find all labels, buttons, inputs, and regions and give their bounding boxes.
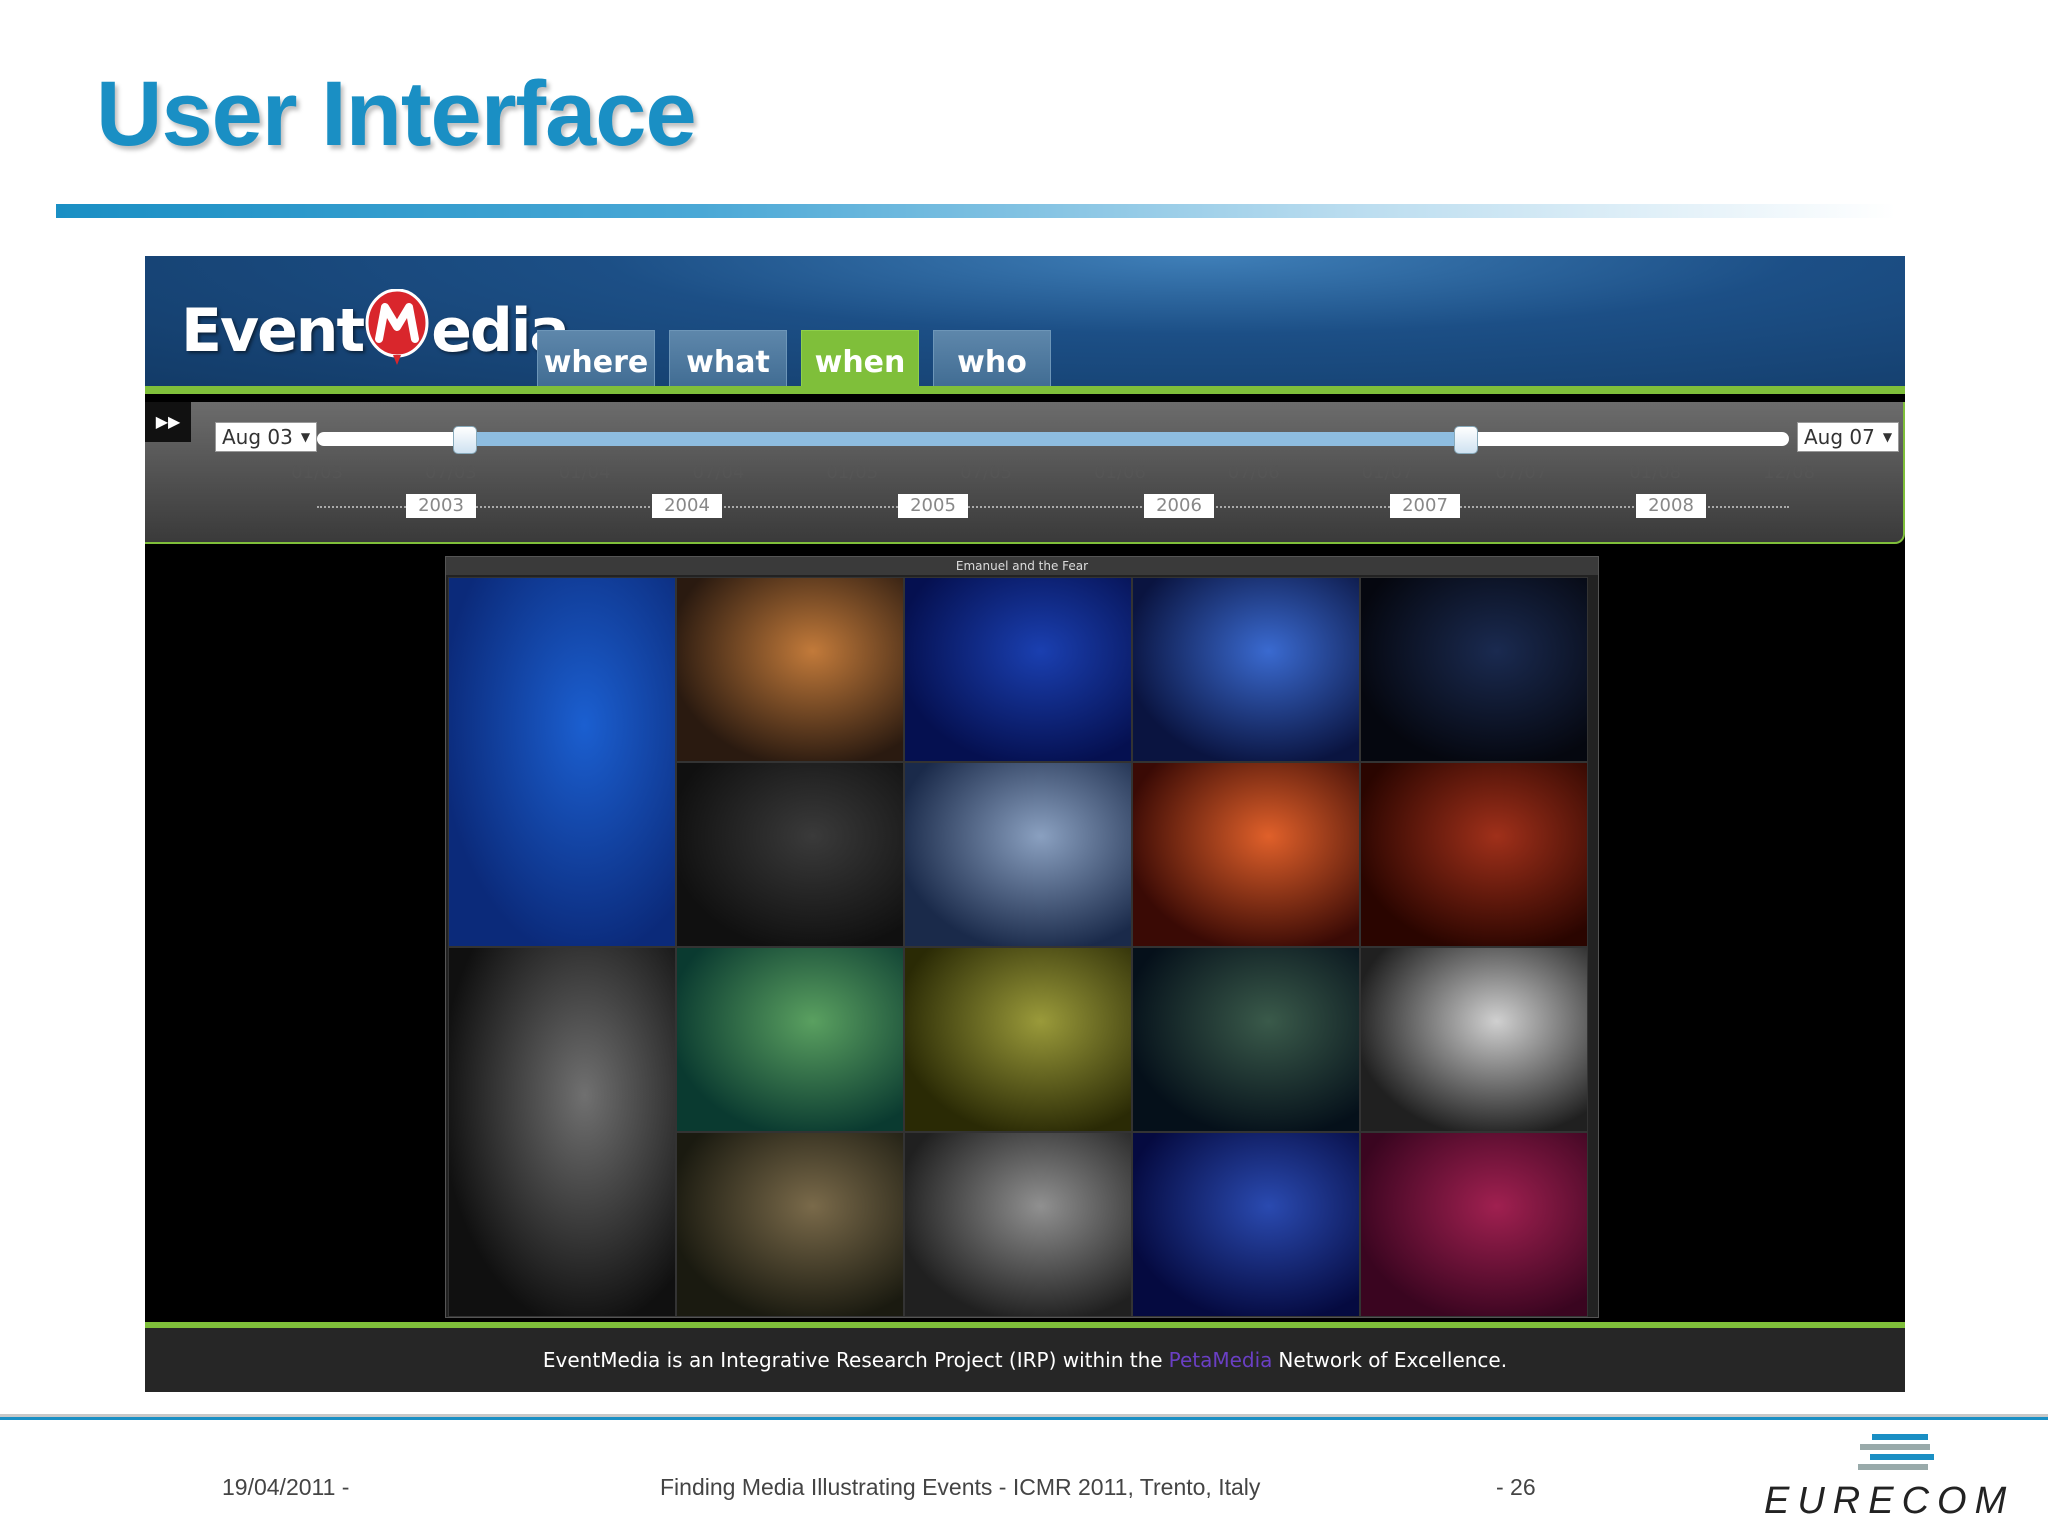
end-date-value: Aug 07 (1804, 425, 1875, 449)
timeline-slider[interactable] (317, 426, 1789, 454)
app-header: Event edia where what when who (145, 256, 1905, 394)
timeline-tick: 01/07 (1361, 462, 1414, 483)
gallery-photo[interactable] (904, 1132, 1132, 1317)
gallery-photo[interactable] (676, 577, 904, 762)
footer-text-after: Network of Excellence. (1278, 1348, 1508, 1372)
timeline-tick: 07/03 (424, 462, 477, 483)
timeline-tick: 07/07 (1495, 462, 1548, 483)
logo-text-left: Event (181, 296, 365, 366)
timeline-year-label: 2004 (652, 494, 722, 518)
footer-page-number: - 26 (1496, 1474, 1536, 1500)
years-axis (317, 506, 1789, 508)
tab-when[interactable]: when (801, 330, 919, 394)
start-date-select[interactable]: Aug 03 ▼ (215, 422, 318, 452)
gallery-photo[interactable] (448, 947, 676, 1317)
eurecom-logo: EURECOM (1764, 1430, 2006, 1530)
gallery-photo[interactable] (1132, 577, 1360, 762)
timeline-tick: 07/05 (960, 462, 1013, 483)
timeline-tick: 07/04 (692, 462, 745, 483)
balloon-m-icon (365, 288, 429, 373)
slider-handle-end[interactable] (1454, 426, 1479, 454)
timeline-tick: 01/04 (558, 462, 611, 483)
gallery-photo[interactable] (1132, 947, 1360, 1132)
gallery-title: Emanuel and the Fear (446, 557, 1598, 575)
timeline-tick: 01/08 (1629, 462, 1682, 483)
gallery-photo[interactable] (1360, 577, 1588, 762)
caret-down-icon: ▼ (300, 430, 311, 444)
timeline-year-label: 2003 (406, 494, 476, 518)
slide-title: User Interface (96, 63, 697, 165)
gallery-photo[interactable] (676, 1132, 904, 1317)
timeline-selected-range (464, 432, 1466, 446)
timeline-year-label: 2008 (1636, 494, 1706, 518)
timeline-year-label: 2005 (898, 494, 968, 518)
timeline-tick: 07/06 (1227, 462, 1280, 483)
app-screenshot: Event edia where what when who ▶▶ Aug 03… (145, 256, 1905, 1392)
nav-tabs: where what when who (537, 330, 1051, 394)
end-date-select[interactable]: Aug 07 ▼ (1797, 422, 1900, 452)
gallery-photo[interactable] (676, 762, 904, 947)
eurecom-mark-icon (1858, 1434, 1934, 1470)
footer-divider (0, 1414, 2048, 1420)
gallery-photo[interactable] (904, 947, 1132, 1132)
title-divider (56, 204, 1896, 218)
eventmedia-logo[interactable]: Event edia (181, 286, 570, 376)
footer-text-before: EventMedia is an Integrative Research Pr… (542, 1348, 1163, 1372)
tab-who[interactable]: who (933, 330, 1051, 394)
gallery-photo[interactable] (1132, 762, 1360, 947)
footer-date: 19/04/2011 - (222, 1474, 350, 1500)
petamedia-link[interactable]: PetaMedia (1169, 1348, 1273, 1372)
timeline-year-label: 2007 (1390, 494, 1460, 518)
tab-what[interactable]: what (669, 330, 787, 394)
gallery-photo[interactable] (1132, 1132, 1360, 1317)
timeline-panel: ▶▶ Aug 03 ▼ Aug 07 ▼ 01/03 07/03 01/04 07/04 0… (145, 402, 1905, 544)
timeline-tick: 01/06 (1093, 462, 1146, 483)
gallery-photo[interactable] (676, 947, 904, 1132)
timeline-year-label: 2006 (1144, 494, 1214, 518)
photo-gallery: Emanuel and the Fear (445, 556, 1599, 1318)
app-footer: EventMedia is an Integrative Research Pr… (145, 1322, 1905, 1392)
gallery-photo[interactable] (904, 577, 1132, 762)
footer-event: Finding Media Illustrating Events - ICMR… (660, 1474, 1261, 1500)
gallery-photo[interactable] (1360, 762, 1588, 947)
eurecom-wordmark: EURECOM (1764, 1480, 2015, 1522)
tab-where[interactable]: where (537, 330, 655, 394)
timeline-tick: 12/08 (1763, 462, 1815, 483)
timeline-tick: 01/03 (291, 462, 343, 483)
gallery-photo[interactable] (904, 762, 1132, 947)
slider-handle-start[interactable] (453, 426, 478, 454)
caret-down-icon: ▼ (1882, 430, 1893, 444)
timeline-ticks: 01/03 07/03 01/04 07/04 01/05 07/05 01/06 07/06… (145, 462, 1903, 486)
timeline-tick: 01/05 (826, 462, 879, 483)
gallery-photo[interactable] (1360, 1132, 1588, 1317)
start-date-value: Aug 03 (222, 425, 293, 449)
gallery-photo[interactable] (448, 577, 676, 947)
gallery-photo[interactable] (1360, 947, 1588, 1132)
play-icon[interactable]: ▶▶ (145, 402, 191, 442)
